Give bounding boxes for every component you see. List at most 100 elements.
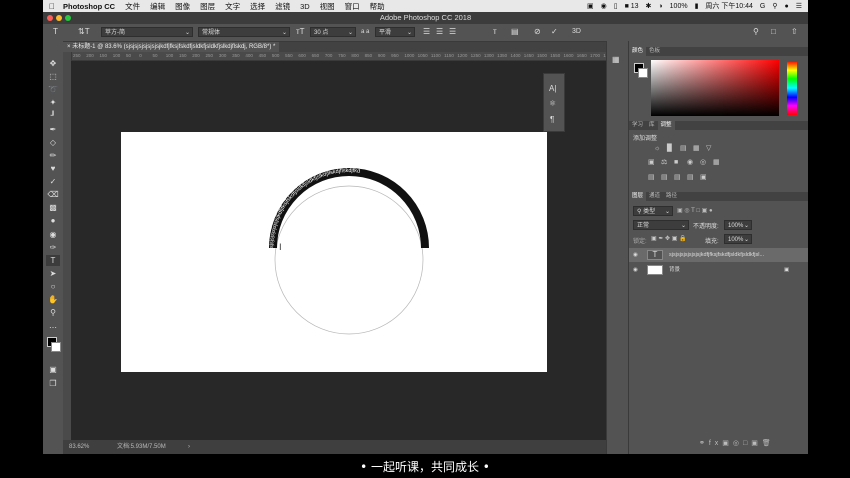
color-balance-icon[interactable]: ⚖: [661, 159, 669, 166]
opacity-input[interactable]: 100% ⌄: [724, 220, 752, 230]
g-label[interactable]: G: [760, 3, 765, 10]
eye-icon[interactable]: ◉: [633, 248, 638, 262]
tab-color[interactable]: 颜色: [629, 47, 647, 56]
close-tab-icon[interactable]: ×: [67, 44, 71, 50]
horizontal-ruler[interactable]: 250 200 150 100 50 0 50 100 150 200 250 300 350 400 45…: [71, 52, 641, 61]
pen-tool-icon[interactable]: ✑: [46, 242, 60, 253]
warp-text-icon[interactable]: ᴛ: [493, 27, 497, 37]
hand-tool-icon[interactable]: ✋: [46, 294, 60, 305]
menu-app-name[interactable]: Photoshop CC: [63, 2, 115, 11]
clock-text[interactable]: 周六 下午10:44: [705, 1, 752, 11]
brush-tool-icon[interactable]: ✏: [46, 150, 60, 161]
marquee-tool-icon[interactable]: ⬚: [46, 71, 60, 82]
lock-icon[interactable]: ▣: [784, 263, 789, 277]
hue-sat-icon[interactable]: ▣: [648, 159, 656, 166]
tab-channels[interactable]: 通道: [646, 192, 663, 201]
chevron-right-icon[interactable]: ›: [188, 440, 190, 454]
brightness-icon[interactable]: ☼: [654, 145, 662, 152]
tab-paths[interactable]: 路径: [663, 192, 680, 201]
blur-tool-icon[interactable]: ●: [46, 215, 60, 226]
wechat-icon[interactable]: ◉: [601, 2, 607, 10]
minimize-window-button[interactable]: [56, 15, 62, 21]
channel-mixer-icon[interactable]: ◎: [700, 159, 708, 166]
hue-slider[interactable]: [787, 61, 797, 115]
layer-filter-select[interactable]: ⚲ 类型 ⌄: [633, 206, 673, 216]
align-right-icon[interactable]: ☰: [449, 27, 456, 37]
photo-filter-icon[interactable]: ◉: [687, 159, 695, 166]
commit-check-icon[interactable]: ✓: [551, 27, 558, 37]
antialias-select[interactable]: 平滑 ⌄: [375, 27, 415, 37]
align-center-icon[interactable]: ☰: [436, 27, 443, 37]
invert-icon[interactable]: ▤: [648, 174, 656, 181]
font-style-select[interactable]: 常规体 ⌄: [198, 27, 290, 37]
dodge-tool-icon[interactable]: ◉: [46, 229, 60, 240]
threshold-icon[interactable]: ▤: [674, 174, 682, 181]
menu-help[interactable]: 帮助: [370, 1, 385, 12]
document-tab[interactable]: × 未标题-1 @ 83.6% (sjsjsjsjsjsjsjsjkdfjfks…: [63, 42, 280, 52]
apple-icon[interactable]: : [49, 2, 55, 11]
avatar[interactable]: ●: [784, 3, 788, 10]
color-bg-swatch[interactable]: [638, 68, 648, 78]
gradient-map-icon[interactable]: ▤: [687, 174, 695, 181]
message-icon[interactable]: ▯: [614, 2, 618, 10]
levels-icon[interactable]: ▉: [667, 145, 675, 152]
tab-learn[interactable]: 学习: [629, 121, 646, 130]
menu-window[interactable]: 窗口: [345, 1, 360, 12]
shape-tool-icon[interactable]: ○: [46, 281, 60, 292]
zoom-tool-icon[interactable]: ⚲: [46, 307, 60, 318]
share-icon[interactable]: ⇧: [791, 27, 798, 37]
character-panel-icon[interactable]: ▤: [511, 27, 519, 37]
healing-brush-icon[interactable]: ◇: [46, 137, 60, 148]
lock-icons[interactable]: ▣ ✒ ✥ ▣ 🔒: [651, 235, 687, 242]
crop-tool-icon[interactable]: ┚: [46, 110, 60, 121]
quick-mask-icon[interactable]: ▣: [46, 364, 60, 375]
toggle-orientation-icon[interactable]: ⇅T: [78, 27, 90, 37]
blend-mode-select[interactable]: 正常 ⌄: [633, 220, 689, 230]
layer-row-background[interactable]: ◉ 背景 ▣: [629, 263, 808, 277]
zoom-window-button[interactable]: [65, 15, 71, 21]
tab-layers[interactable]: 图层: [629, 192, 647, 201]
font-size-select[interactable]: 30 点 ⌄: [310, 27, 356, 37]
align-left-icon[interactable]: ☰: [423, 27, 430, 37]
clone-stamp-icon[interactable]: ♥: [46, 163, 60, 174]
magic-wand-icon[interactable]: ✦: [46, 97, 60, 108]
layer-row-text[interactable]: ◉ T sjsjsjsjsjsjsjsjkdfjfksjfskdfjsldkfj…: [629, 248, 808, 262]
tab-swatches[interactable]: 色板: [646, 47, 663, 56]
notification-icon[interactable]: ■ 13: [625, 3, 639, 10]
search-icon[interactable]: ⚲: [772, 2, 777, 10]
selective-color-icon[interactable]: ▣: [700, 174, 708, 181]
search-icon[interactable]: ⚲: [753, 27, 759, 37]
lasso-tool-icon[interactable]: ➰: [46, 84, 60, 95]
exposure-icon[interactable]: ▦: [693, 145, 701, 152]
type-tool-icon[interactable]: T: [53, 27, 58, 37]
menu-filter[interactable]: 滤镜: [275, 1, 290, 12]
vibrance-icon[interactable]: ▽: [706, 145, 714, 152]
black-white-icon[interactable]: ■: [674, 159, 682, 166]
cancel-icon[interactable]: ⊘: [534, 27, 541, 37]
screen-icon[interactable]: ▣: [587, 2, 594, 10]
workspace-icon[interactable]: □: [771, 27, 776, 37]
menu-select[interactable]: 选择: [250, 1, 265, 12]
battery-icon[interactable]: ▮: [695, 2, 699, 10]
list-icon[interactable]: ☰: [796, 2, 802, 10]
font-family-select[interactable]: 苹方-简 ⌄: [101, 27, 193, 37]
color-picker-field[interactable]: [651, 60, 779, 116]
history-panel-icon[interactable]: ▦: [612, 55, 620, 64]
menu-3d[interactable]: 3D: [300, 2, 310, 11]
paragraph-icon[interactable]: ¶: [550, 115, 554, 124]
layer-footer-icons[interactable]: ⚭fx▣◎□▣🗑: [699, 439, 775, 447]
type-tool-icon[interactable]: T: [46, 255, 60, 266]
fill-input[interactable]: 100% ⌄: [724, 234, 752, 244]
posterize-icon[interactable]: ▤: [661, 174, 669, 181]
history-brush-icon[interactable]: ✓: [46, 176, 60, 187]
character-icon[interactable]: A|: [549, 84, 556, 93]
menu-type[interactable]: 文字: [225, 1, 240, 12]
3d-button[interactable]: 3D: [572, 27, 581, 37]
more-tools-icon[interactable]: ⋯: [46, 322, 60, 333]
gradient-tool-icon[interactable]: ▩: [46, 202, 60, 213]
layer-filter-icons[interactable]: ▣ ◎ T □ ▣ ●: [677, 207, 713, 214]
menu-file[interactable]: 文件: [125, 1, 140, 12]
close-window-button[interactable]: [47, 15, 53, 21]
menu-image[interactable]: 图像: [175, 1, 190, 12]
screen-mode-icon[interactable]: ❐: [46, 378, 60, 389]
